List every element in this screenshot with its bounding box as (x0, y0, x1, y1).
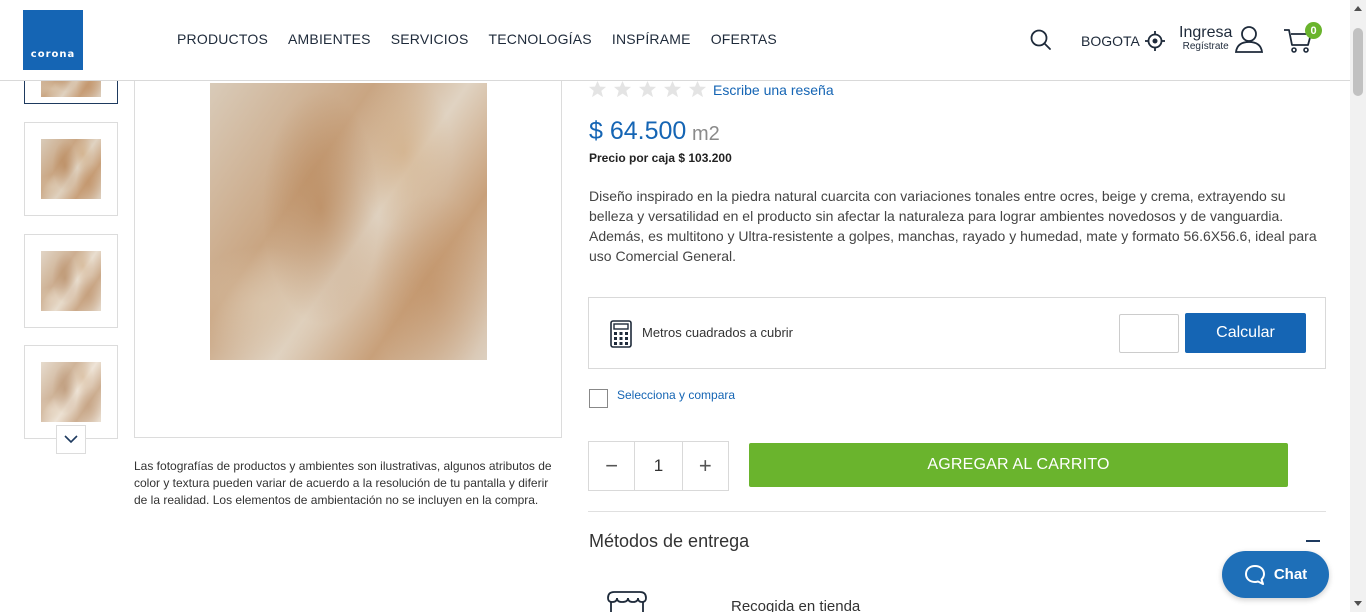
location-target-icon (1144, 31, 1165, 51)
cart-button[interactable]: 0 (1283, 22, 1323, 55)
quantity-stepper: − 1 + (588, 441, 729, 491)
thumbnail-3[interactable] (24, 234, 118, 328)
chat-bubble-icon (1244, 564, 1265, 585)
login-label: Ingresa (1179, 24, 1233, 41)
box-price: Precio por caja $ 103.200 (589, 151, 732, 165)
register-label: Regístrate (1182, 41, 1229, 52)
store-pickup-label[interactable]: Recogida en tienda (731, 598, 860, 612)
chat-label: Chat (1273, 566, 1308, 583)
collapse-icon[interactable] (1306, 540, 1320, 542)
quantity-value[interactable]: 1 (634, 442, 683, 490)
city-label: BOGOTA (1081, 33, 1140, 49)
city-selector[interactable]: BOGOTA (1081, 30, 1166, 52)
scroll-up-arrow[interactable] (1354, 6, 1362, 11)
store-icon (607, 591, 647, 612)
increase-quantity-button[interactable]: + (683, 442, 728, 490)
square-meters-input[interactable] (1119, 314, 1179, 353)
nav-item-servicios[interactable]: SERVICIOS (391, 31, 469, 47)
nav-item-productos[interactable]: PRODUCTOS (177, 31, 268, 47)
star-icon (663, 80, 682, 98)
nav-item-ofertas[interactable]: OFERTAS (711, 31, 777, 47)
area-calculator: Metros cuadrados a cubrir Calcular (588, 297, 1326, 369)
compare-label[interactable]: Selecciona y compara (617, 388, 735, 402)
thumbnail-image (41, 251, 101, 311)
write-review-link[interactable]: Escribe una reseña (713, 82, 834, 98)
thumbnail-2[interactable] (24, 122, 118, 216)
thumbnail-image (41, 362, 101, 422)
product-main-image[interactable] (210, 83, 487, 360)
site-header: corona PRODUCTOS AMBIENTES SERVICIOS TEC… (0, 0, 1350, 81)
nav-item-ambientes[interactable]: AMBIENTES (288, 31, 371, 47)
star-icon (688, 80, 707, 98)
section-divider (588, 511, 1326, 512)
thumbnail-image (41, 139, 101, 199)
price-unit: m2 (692, 123, 720, 145)
scroll-down-arrow[interactable] (1354, 601, 1362, 606)
rating-stars[interactable] (588, 80, 707, 99)
calculate-button[interactable]: Calcular (1185, 313, 1306, 353)
cart-count-badge: 0 (1305, 22, 1322, 39)
delivery-methods-title[interactable]: Métodos de entrega (589, 531, 749, 552)
logo-text: corona (30, 49, 76, 60)
thumbnails-next-button[interactable] (56, 425, 86, 454)
star-icon (638, 80, 657, 98)
product-price: $ 64.500 (589, 117, 687, 145)
calculator-icon (610, 320, 632, 348)
chevron-down-icon (64, 435, 78, 444)
corona-logo[interactable]: corona (23, 10, 83, 70)
product-description: Diseño inspirado en la piedra natural cu… (589, 188, 1317, 264)
decrease-quantity-button[interactable]: − (589, 442, 634, 490)
scroll-thumb[interactable] (1353, 28, 1363, 96)
star-icon (588, 80, 607, 98)
compare-option[interactable]: Selecciona y compara (589, 388, 735, 408)
image-disclaimer: Las fotografías de productos y ambientes… (134, 459, 552, 507)
star-icon (613, 80, 632, 98)
nav-item-tecnologias[interactable]: TECNOLOGÍAS (489, 31, 592, 47)
user-icon[interactable] (1234, 25, 1264, 58)
calculator-label: Metros cuadrados a cubrir (642, 325, 794, 340)
main-nav: PRODUCTOS AMBIENTES SERVICIOS TECNOLOGÍA… (177, 31, 777, 47)
page-scrollbar[interactable] (1350, 0, 1366, 612)
add-to-cart-button[interactable]: AGREGAR AL CARRITO (749, 443, 1288, 487)
search-icon[interactable] (1029, 28, 1053, 52)
nav-item-inspirame[interactable]: INSPÍRAME (612, 31, 691, 47)
chat-button[interactable]: Chat (1222, 551, 1329, 598)
main-image-container (134, 70, 562, 438)
login-link[interactable]: Ingresa Regístrate (1179, 24, 1232, 52)
compare-checkbox[interactable] (589, 389, 608, 408)
